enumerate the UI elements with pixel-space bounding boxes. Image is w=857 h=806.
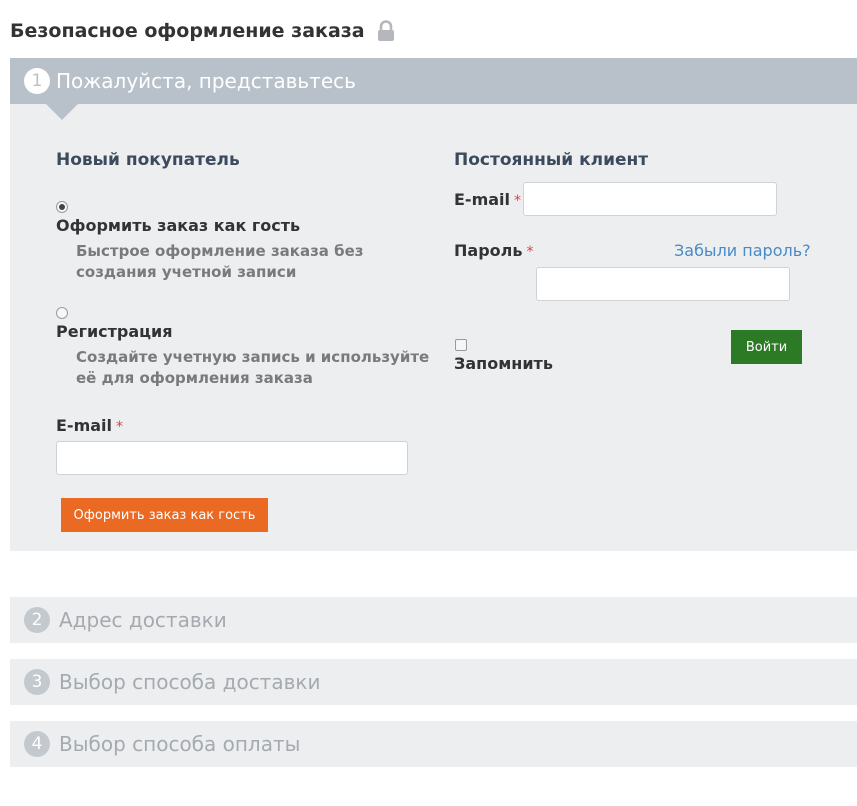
returning-customer-title: Постоянный клиент <box>454 150 649 170</box>
page-title: Безопасное оформление заказа <box>10 20 395 42</box>
lock-icon <box>377 20 394 41</box>
page-title-text: Безопасное оформление заказа <box>10 20 365 42</box>
guest-option-label[interactable]: Оформить заказ как гость <box>56 216 300 235</box>
step-1-title: Пожалуйста, представьтесь <box>56 69 356 93</box>
step-4-title: Выбор способа оплаты <box>59 732 301 756</box>
remember-label[interactable]: Запомнить <box>454 354 553 373</box>
step-2-header[interactable]: 2 Адрес доставки <box>10 597 857 643</box>
login-button[interactable]: Войти <box>731 330 802 364</box>
required-mark: * <box>116 419 124 435</box>
step-2-title: Адрес доставки <box>59 608 227 632</box>
step-2-number: 2 <box>24 607 50 633</box>
guest-option-description: Быстрое оформление заказа без создания у… <box>76 242 364 281</box>
step-1-number: 1 <box>24 68 50 94</box>
login-email-label-text: E-mail <box>454 190 511 209</box>
password-input[interactable] <box>536 267 790 301</box>
step-1-header[interactable]: 1 Пожалуйста, представьтесь <box>10 58 857 104</box>
register-option-label[interactable]: Регистрация <box>56 322 173 341</box>
guest-email-label-text: E-mail <box>56 416 113 435</box>
step-4-number: 4 <box>24 731 50 757</box>
password-label-text: Пароль <box>454 241 523 260</box>
required-mark: * <box>514 193 522 209</box>
required-mark: * <box>526 244 534 260</box>
step-3-header[interactable]: 3 Выбор способа доставки <box>10 659 857 705</box>
login-email-label: E-mail * <box>454 190 521 209</box>
step-3-number: 3 <box>24 669 50 695</box>
step-1-arrow <box>46 104 78 120</box>
step-3-title: Выбор способа доставки <box>59 670 321 694</box>
login-email-input[interactable] <box>523 182 777 216</box>
guest-radio[interactable] <box>56 201 68 213</box>
guest-checkout-button[interactable]: Оформить заказ как гость <box>61 498 268 532</box>
step-1-panel: Новый покупатель Оформить заказ как гост… <box>10 104 857 551</box>
guest-email-input[interactable] <box>56 441 408 475</box>
remember-checkbox[interactable] <box>455 339 467 351</box>
guest-email-label: E-mail * <box>56 416 123 435</box>
new-customer-title: Новый покупатель <box>56 150 240 170</box>
forgot-password-link[interactable]: Забыли пароль? <box>674 241 811 260</box>
register-radio[interactable] <box>56 307 68 319</box>
step-4-header[interactable]: 4 Выбор способа оплаты <box>10 721 857 767</box>
password-label: Пароль * <box>454 241 533 260</box>
register-option-description: Создайте учетную запись и используйте её… <box>76 348 430 387</box>
